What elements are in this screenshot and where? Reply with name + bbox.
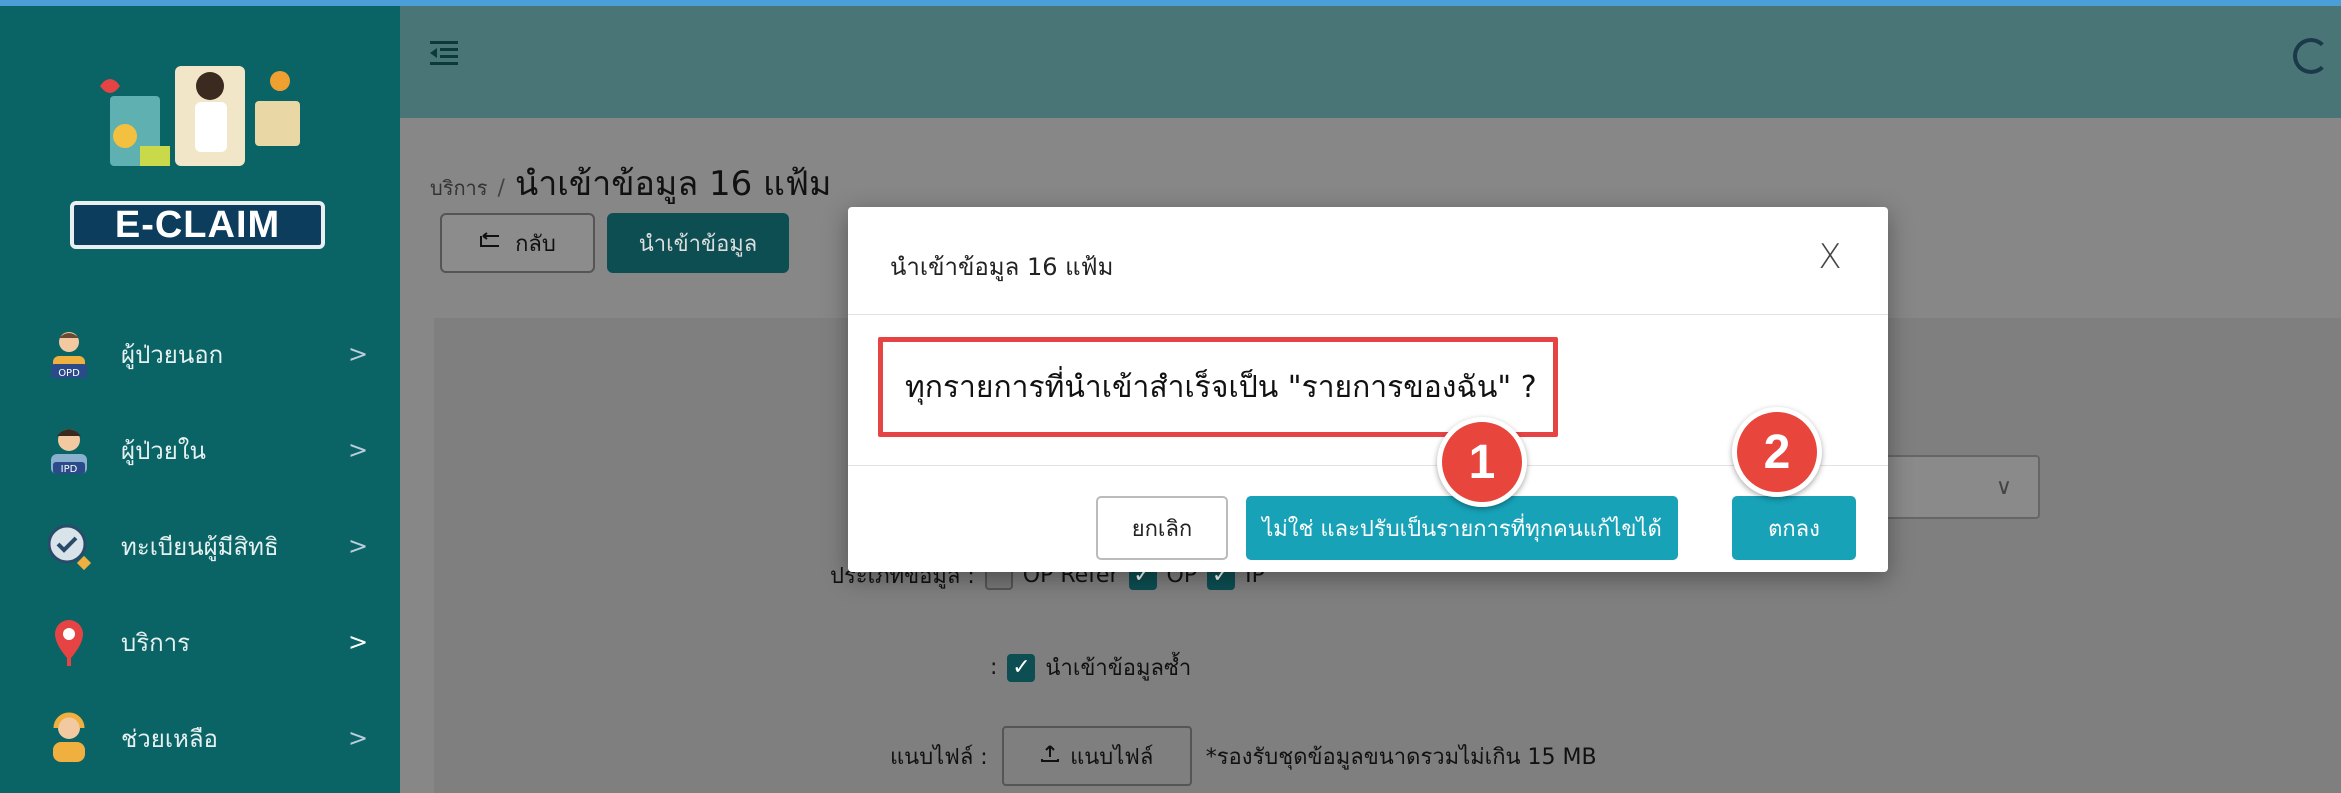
dialog-footer: ยกเลิก ไม่ใช่ และปรับเป็นรายการที่ทุกคนแ…: [848, 465, 1888, 572]
confirm-dialog: นำเข้าข้อมูล 16 แฟ้ม X ทุกรายการที่นำเข้…: [848, 207, 1888, 572]
ipd-patient-icon: IPD: [45, 424, 93, 476]
eligibility-icon: [45, 520, 93, 572]
svg-text:IPD: IPD: [61, 464, 78, 475]
reimport-label: นำเข้าข้อมูลซ้ำ: [1045, 656, 1192, 681]
dialog-question-text: ทุกรายการที่นำเข้าสำเร็จเป็น "รายการของฉ…: [905, 369, 1537, 405]
cancel-button[interactable]: ยกเลิก: [1096, 496, 1228, 560]
help-agent-icon: [45, 712, 93, 764]
svg-text:OPD: OPD: [58, 368, 80, 379]
app-logo[interactable]: E-CLAIM: [0, 26, 400, 256]
import-data-button[interactable]: นำเข้าข้อมูล: [607, 213, 789, 273]
breadcrumb: บริการ / นำเข้าข้อมูล 16 แฟ้ม: [430, 156, 831, 210]
attach-file-label: แนบไฟล์ :: [890, 744, 988, 770]
sidebar-item-label: ช่วยเหลือ: [121, 724, 218, 753]
upload-icon: [1040, 743, 1060, 769]
dialog-title: นำเข้าข้อมูล 16 แฟ้ม: [890, 253, 1114, 281]
sidebar-item-label: ผู้ป่วยนอก: [121, 340, 224, 369]
attach-file-button[interactable]: แนบไฟล์: [1001, 726, 1192, 786]
close-icon[interactable]: X: [1810, 237, 1850, 277]
menu-toggle-icon[interactable]: [430, 40, 458, 66]
dropdown-select[interactable]: ∨: [1880, 455, 2040, 519]
dialog-header: นำเข้าข้อมูล 16 แฟ้ม X: [848, 207, 1888, 315]
step-badge-1: 1: [1437, 417, 1527, 507]
top-bar: [400, 6, 2341, 118]
sidebar-item-label: บริการ: [121, 628, 191, 657]
return-arrow-icon: [479, 231, 501, 256]
logo-text: E-CLAIM: [70, 201, 325, 249]
reimport-colon: :: [990, 655, 998, 680]
no-make-editable-button[interactable]: ไม่ใช่ และปรับเป็นรายการที่ทุกคนแก้ไขได้: [1246, 496, 1678, 560]
sidebar-item-ipd[interactable]: IPD ผู้ป่วยใน >: [0, 402, 400, 498]
sidebar-item-opd[interactable]: OPD ผู้ป่วยนอก >: [0, 306, 400, 402]
dialog-question: ทุกรายการที่นำเข้าสำเร็จเป็น "รายการของฉ…: [878, 337, 1558, 437]
location-pin-icon: [45, 616, 93, 668]
sidebar: E-CLAIM OPD ผู้ป่วยนอก > IPD ผู้ป่วยใน >…: [0, 6, 400, 793]
chevron-right-icon: >: [348, 724, 369, 752]
sidebar-item-help[interactable]: ช่วยเหลือ >: [0, 690, 400, 786]
checkbox-reimport[interactable]: ✓: [1007, 653, 1036, 682]
attach-file-row: แนบไฟล์ : แนบไฟล์ *รองรับชุดข้อมูลขนาดรว…: [890, 726, 1597, 786]
reimport-row: : ✓ นำเข้าข้อมูลซ้ำ: [990, 650, 1191, 685]
ok-button[interactable]: ตกลง: [1732, 496, 1856, 560]
sidebar-item-label: ทะเบียนผู้มีสิทธิ: [121, 532, 279, 561]
page-title: นำเข้าข้อมูล 16 แฟ้ม: [514, 164, 832, 204]
breadcrumb-parent[interactable]: บริการ: [430, 176, 488, 200]
refresh-icon[interactable]: [2293, 38, 2329, 74]
sidebar-item-services[interactable]: บริการ >: [0, 594, 400, 690]
back-button-label: กลับ: [515, 231, 556, 257]
breadcrumb-separator: /: [497, 176, 505, 201]
sidebar-item-eligibility[interactable]: ทะเบียนผู้มีสิทธิ >: [0, 498, 400, 594]
back-button[interactable]: กลับ: [440, 213, 595, 273]
chevron-right-icon: >: [348, 532, 369, 560]
chevron-right-icon: >: [348, 340, 369, 368]
step-badge-2: 2: [1732, 407, 1822, 497]
chevron-right-icon: >: [348, 628, 369, 656]
sidebar-item-label: ผู้ป่วยใน: [121, 436, 206, 465]
chevron-right-icon: >: [348, 436, 369, 464]
chevron-down-icon: ∨: [1995, 474, 2012, 500]
attach-file-button-label: แนบไฟล์: [1070, 744, 1154, 770]
opd-patient-icon: OPD: [45, 328, 93, 380]
sidebar-nav: OPD ผู้ป่วยนอก > IPD ผู้ป่วยใน > ทะเบียน…: [0, 306, 400, 786]
attach-file-note: *รองรับชุดข้อมูลขนาดรวมไม่เกิน 15 MB: [1205, 744, 1597, 770]
logo-illustration: [80, 56, 320, 196]
